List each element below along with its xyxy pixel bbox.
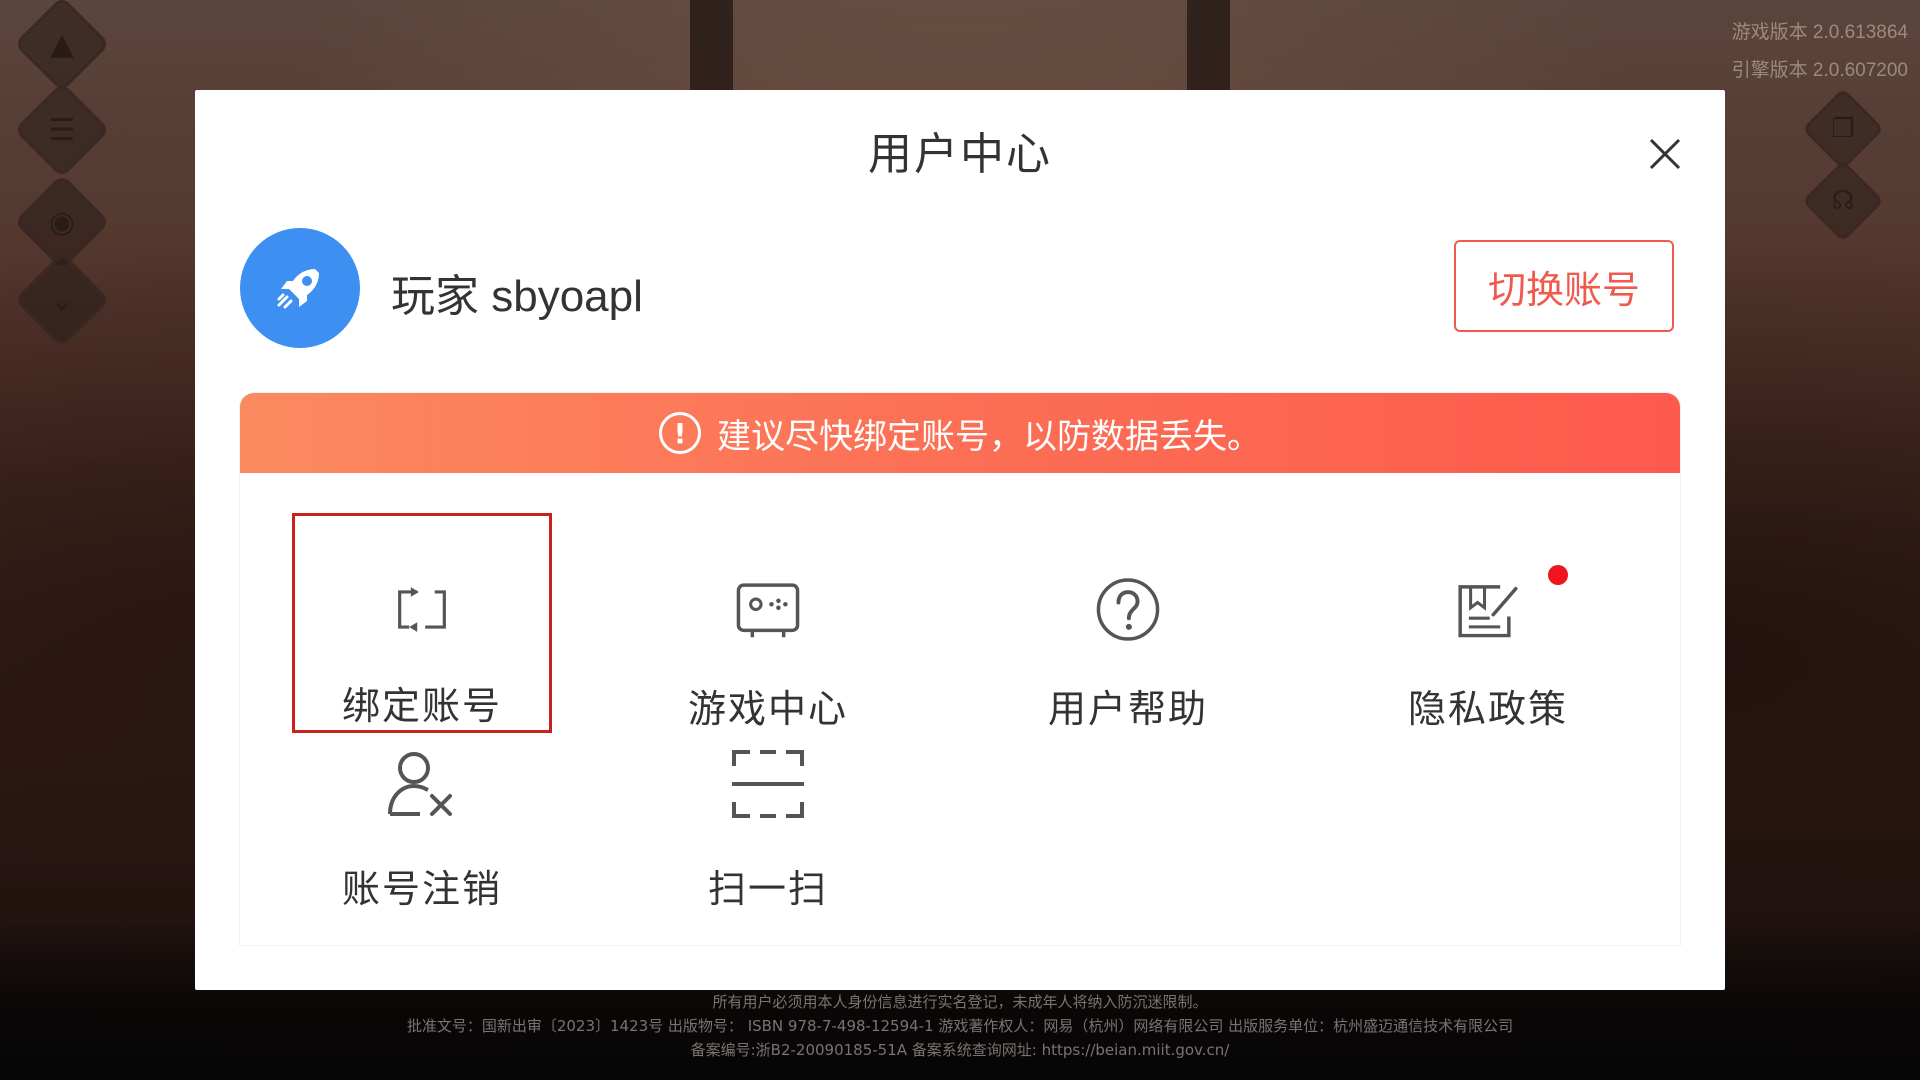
gamepad-icon	[736, 583, 800, 638]
username: 玩家 sbyoapl	[391, 272, 643, 321]
tile-bind-account[interactable]: 绑定账号	[292, 513, 552, 733]
user-center-dialog: 用户中心 玩家 sbyoapl 切换账号 ! 建议尽快绑定账号，以防数据丢失。	[195, 90, 1725, 990]
tile-game-center[interactable]: 游戏中心	[638, 513, 898, 733]
scan-icon	[732, 750, 804, 818]
avatar	[240, 228, 360, 348]
tile-user-help[interactable]: 用户帮助	[998, 513, 1258, 733]
dialog-title: 用户中心	[868, 129, 1052, 180]
privacy-document-icon	[1458, 585, 1518, 638]
tile-label: 账号注销	[341, 867, 502, 911]
tile-label: 隐私政策	[1407, 687, 1568, 731]
warning-text: 建议尽快绑定账号，以防数据丢失。	[717, 416, 1261, 457]
engine-version: 引擎版本 2.0.607200	[1731, 60, 1908, 81]
question-icon	[1096, 578, 1160, 641]
bind-account-icon	[398, 587, 446, 632]
function-panel: ! 建议尽快绑定账号，以防数据丢失。 绑定账号 游戏中心 用户帮助 隐私政策 账…	[240, 393, 1680, 945]
footer-line: 批准文号：国新出审〔2023〕1423号 出版物号： ISBN 978-7-49…	[406, 1017, 1514, 1035]
rocket-icon	[277, 269, 319, 309]
tile-label: 游戏中心	[687, 687, 848, 731]
close-icon[interactable]	[1643, 132, 1687, 176]
footer-line: 备案编号:浙B2-20090185-51A 备案系统查询网址: https://…	[690, 1041, 1230, 1059]
notification-badge	[1548, 565, 1568, 585]
tile-scan[interactable]: 扫一扫	[638, 728, 898, 945]
tile-account-cancel[interactable]: 账号注销	[292, 728, 552, 945]
switch-account-button[interactable]: 切换账号	[1454, 240, 1674, 332]
game-version: 游戏版本 2.0.613864	[1731, 22, 1908, 43]
footer-line: 所有用户必须用本人身份信息进行实名登记，未成年人将纳入防沉迷限制。	[712, 993, 1208, 1011]
tile-label: 扫一扫	[707, 867, 828, 911]
version-info: 游戏版本 2.0.613864 引擎版本 2.0.607200	[1732, 14, 1908, 90]
bind-warning-banner: ! 建议尽快绑定账号，以防数据丢失。	[240, 393, 1680, 473]
exclamation-icon: !	[659, 412, 701, 454]
tile-label: 绑定账号	[341, 684, 502, 728]
legal-footer: 所有用户必须用本人身份信息进行实名登记，未成年人将纳入防沉迷限制。 批准文号：国…	[0, 990, 1920, 1062]
tile-privacy-policy[interactable]: 隐私政策	[1358, 513, 1618, 733]
tile-label: 用户帮助	[1047, 687, 1208, 731]
user-remove-icon	[388, 752, 452, 816]
